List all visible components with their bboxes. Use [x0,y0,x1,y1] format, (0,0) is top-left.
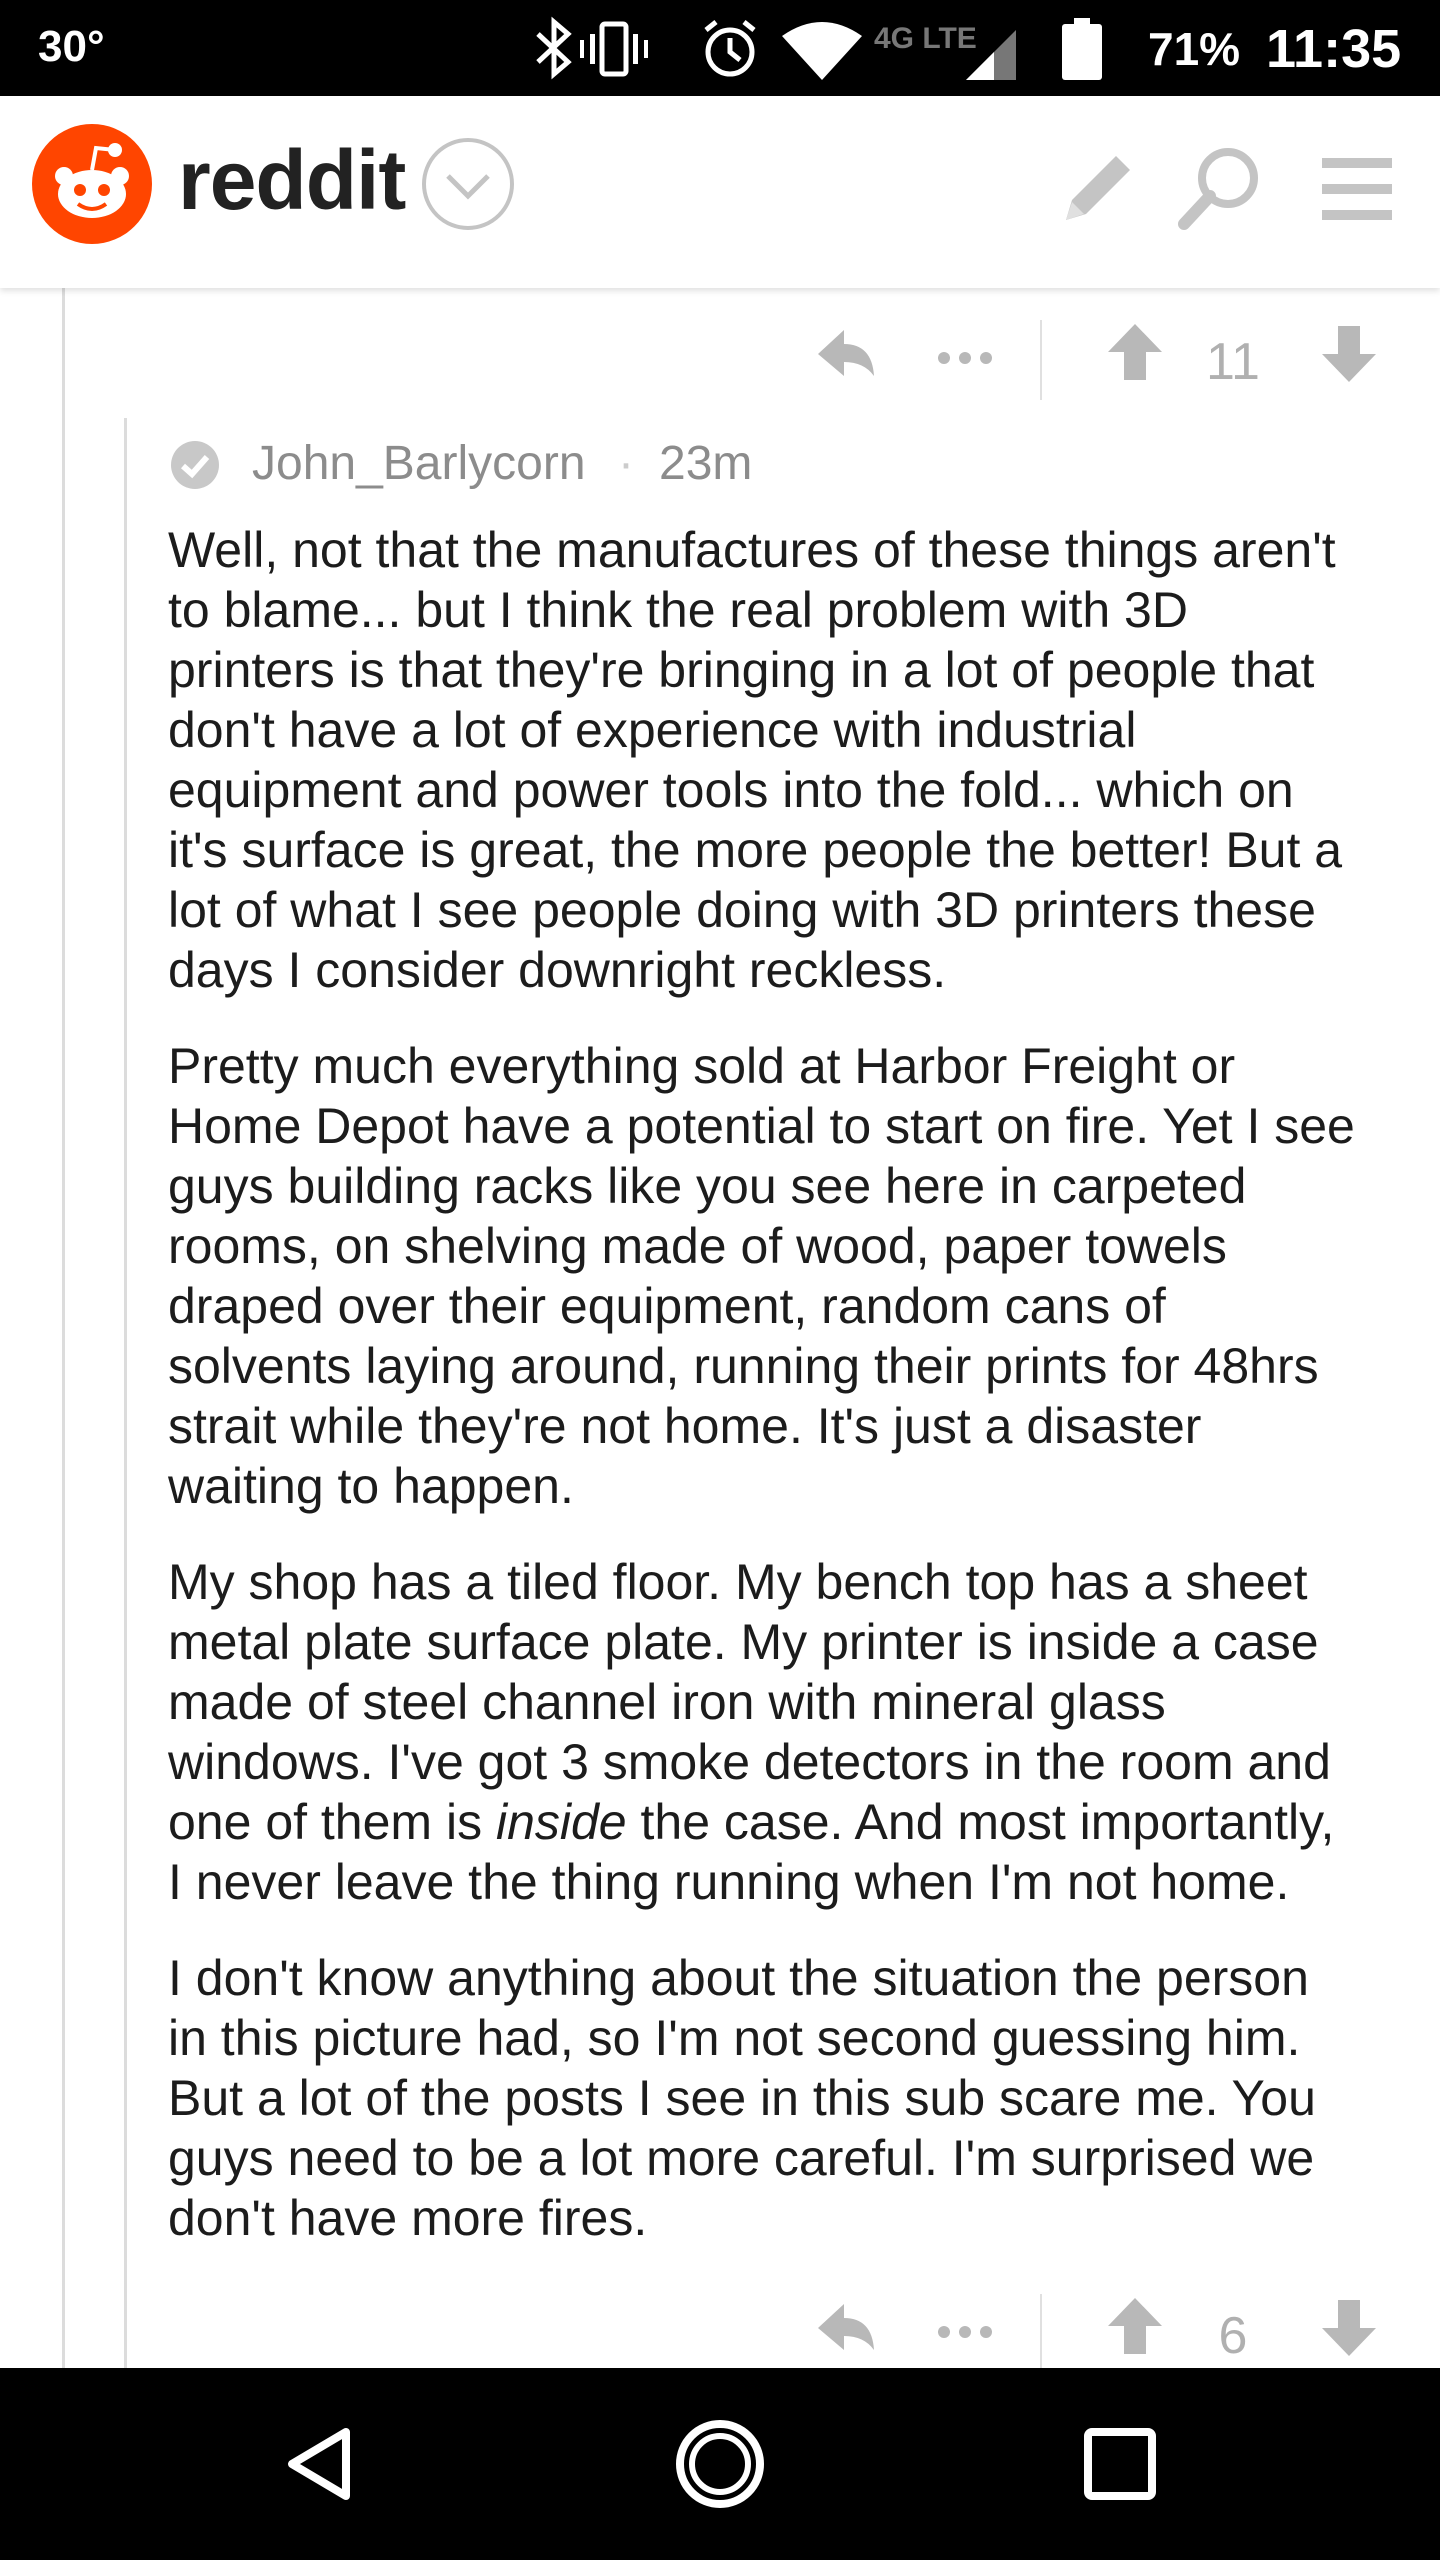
snoo-logo-icon[interactable] [30,122,154,246]
comment-text: one of them is [168,1794,496,1850]
vibrate-icon [580,21,648,77]
system-nav-bar [0,2368,1440,2560]
comment-score: 6 [1218,2307,1248,2365]
collapse-check-icon[interactable] [168,438,222,492]
comment-paragraph: My shop has a tiled floor. My bench top … [168,1552,1428,1912]
comment-line: Well, not that the manufactures of these… [168,522,1336,578]
action-divider [1040,2294,1042,2374]
comment-emphasis: inside [495,1794,627,1850]
comment-line: equipment and power tools into the fold.… [168,762,1294,818]
comment-line: in this picture had, so I'm not second g… [168,2010,1301,2066]
comment-age: 23m [659,437,753,490]
comment-line: Pretty much everything sold at Harbor Fr… [168,1038,1236,1094]
downvote-icon[interactable] [1314,2292,1384,2362]
back-icon[interactable] [272,2414,372,2514]
comment-line: waiting to happen. [168,1458,574,1514]
downvote-icon[interactable] [1314,318,1384,388]
parent-comment-actions: 11 [810,304,1430,404]
comment-line: Home Depot have a potential to start on … [168,1098,1355,1154]
comment-line: rooms, on shelving made of wood, paper t… [168,1218,1227,1274]
comment-line: don't have a lot of experience with indu… [168,702,1137,758]
comment-line: it's surface is great, the more people t… [168,822,1343,878]
comment-score: 11 [1206,333,1260,391]
action-divider [1040,320,1042,400]
comment-paragraph: Well, not that the manufactures of these… [168,520,1428,1000]
status-icons: 4G LTE [536,16,1102,80]
alarm-icon [704,20,756,77]
comment-line: guys building racks like you see here in… [168,1158,1247,1214]
thread-line[interactable] [62,288,65,2368]
app-name: reddit [178,133,406,227]
comment-author[interactable]: John_Barlycorn [252,436,586,491]
comment-line: But a lot of the posts I see in this sub… [168,2070,1316,2126]
menu-icon[interactable] [1308,140,1404,236]
reply-icon[interactable] [810,318,880,388]
comment-text: the case. And most importantly, [626,1794,1335,1850]
battery-icon [1062,18,1102,80]
comment-line: I don't know anything about the situatio… [168,1950,1309,2006]
search-icon[interactable] [1172,140,1268,236]
clock: 11:35 [1266,19,1402,79]
more-options-icon[interactable] [930,318,1000,388]
more-options-icon[interactable] [930,2292,1000,2362]
comment-line: guys need to be a lot more careful. I'm … [168,2130,1315,2186]
network-type-icon: 4G LTE [874,22,977,55]
comment-body: Well, not that the manufactures of these… [168,520,1428,2284]
battery-percentage: 71% [1148,23,1241,75]
comment-line: metal plate surface plate. My printer is… [168,1614,1319,1670]
home-icon[interactable] [670,2414,770,2514]
network-label: 4G LTE [874,22,977,55]
chevron-down-icon[interactable] [420,136,516,232]
comment-line: to blame... but I think the real problem… [168,582,1188,638]
pencil-icon[interactable] [1050,140,1146,236]
comment-line: days I consider downright reckless. [168,942,947,998]
comment-line: solvents laying around, running their pr… [168,1338,1319,1394]
comment-line: windows. I've got 3 smoke detectors in t… [168,1734,1331,1790]
comment-line: strait while they're not home. It's just… [168,1398,1202,1454]
temperature-indicator: 30° [38,22,105,71]
bluetooth-icon [536,16,572,80]
comment-line: don't have more fires. [168,2190,648,2246]
comment-line: one of them is inside the case. And most… [168,1792,1428,1852]
comment-line: lot of what I see people doing with 3D p… [168,882,1316,938]
comment-line: I never leave the thing running when I'm… [168,1854,1290,1910]
comment-paragraph: Pretty much everything sold at Harbor Fr… [168,1036,1428,1516]
comment-paragraph: I don't know anything about the situatio… [168,1948,1428,2248]
app-header: reddit [0,96,1440,288]
comment-actions: 6 [810,2278,1430,2378]
status-bar: 30° 4G LTE 71% 11:35 [0,0,1440,96]
comment-line: made of steel channel iron with mineral … [168,1674,1166,1730]
meta-separator: · [618,437,634,490]
upvote-icon[interactable] [1100,2292,1170,2362]
comment-meta: John_Barlycorn · 23m [168,428,1368,498]
thread-line[interactable] [124,418,127,2368]
screen: 30° 4G LTE 71% 11:35 reddit 11 John_Barl… [0,0,1440,2560]
wifi-icon [782,22,862,80]
comment-line: printers is that they're bringing in a l… [168,642,1315,698]
reply-icon[interactable] [810,2292,880,2362]
recents-icon[interactable] [1070,2414,1170,2514]
comment-line: My shop has a tiled floor. My bench top … [168,1554,1308,1610]
upvote-icon[interactable] [1100,318,1170,388]
comment-line: draped over their equipment, random cans… [168,1278,1166,1334]
comment-thread: 11 John_Barlycorn · 23m Well, not that t… [0,288,1440,2374]
